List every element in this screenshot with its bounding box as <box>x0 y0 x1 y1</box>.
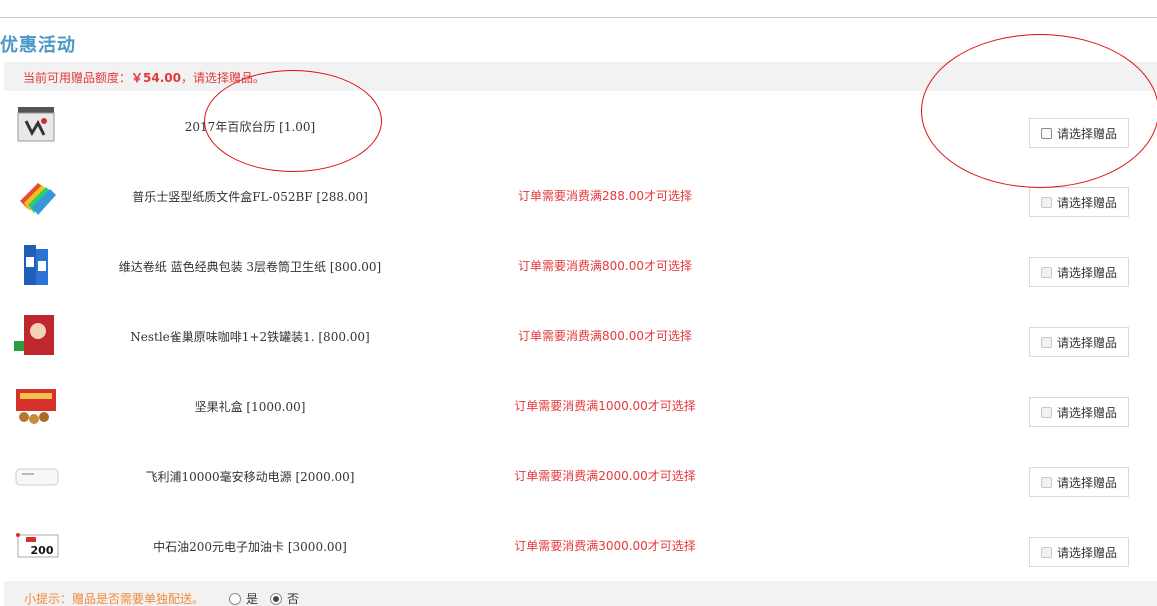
gift-name: 2017年百欣台历 [1.00] <box>184 120 316 134</box>
choose-gift-button-3[interactable]: 请选择赠品 <box>1029 257 1129 287</box>
gift-checkbox[interactable] <box>1040 476 1052 488</box>
gift-condition: 订单需要消费满288.00才可选择 <box>518 189 692 203</box>
gift-row-6: 飞利浦10000毫安移动电源 [2000.00] 订单需要消费满2000.00才… <box>0 441 1157 511</box>
choose-gift-label: 请选择赠品 <box>1056 126 1117 141</box>
delivery-option-yes[interactable]: 是 <box>229 590 258 606</box>
gift-checkbox[interactable] <box>1040 127 1052 139</box>
gift-condition: 订单需要消费满2000.00才可选择 <box>514 469 696 483</box>
gift-condition: 订单需要消费满800.00才可选择 <box>518 259 692 273</box>
gift-promotion-page: 优惠活动 当前可用赠品额度：￥54.00，请选择赠品。 2017年百欣台历 [1… <box>0 0 1157 606</box>
gift-row-5: 坚果礼盒 [1000.00] 订单需要消费满1000.00才可选择 请选择赠品 <box>0 371 1157 441</box>
choose-gift-label: 请选择赠品 <box>1056 405 1117 420</box>
choose-gift-button-1[interactable]: 请选择赠品 <box>1029 118 1129 148</box>
gift-row-2: 普乐士竖型纸质文件盒FL-052BF [288.00] 订单需要消费满288.0… <box>0 161 1157 231</box>
quota-text: 当前可用赠品额度：￥54.00，请选择赠品。 <box>23 69 265 86</box>
radio-no[interactable] <box>270 592 282 605</box>
delivery-tip-label: 小提示：赠品是否需要单独配送。 <box>24 592 205 606</box>
choose-gift-button-7[interactable]: 请选择赠品 <box>1029 537 1129 567</box>
choose-gift-button-5[interactable]: 请选择赠品 <box>1029 397 1129 427</box>
gift-name: Nestle雀巢原味咖啡1+2铁罐装1. [800.00] <box>130 330 370 344</box>
top-divider <box>0 17 1157 18</box>
gift-row-4: Nestle雀巢原味咖啡1+2铁罐装1. [800.00] 订单需要消费满800… <box>0 301 1157 371</box>
radio-yes-label: 是 <box>246 592 259 606</box>
gift-checkbox[interactable] <box>1040 406 1052 418</box>
choose-gift-label: 请选择赠品 <box>1056 265 1117 280</box>
quota-bar: 当前可用赠品额度：￥54.00，请选择赠品。 <box>4 62 1157 91</box>
gift-name: 维达卷纸 蓝色经典包装 3层卷筒卫生纸 [800.00] <box>118 260 382 274</box>
quota-prefix: 当前可用赠品额度： <box>23 71 132 85</box>
gift-checkbox[interactable] <box>1040 336 1052 348</box>
quota-suffix: ，请选择赠品。 <box>180 71 265 85</box>
file-box-thumbnail <box>12 171 60 219</box>
gift-row-1: 2017年百欣台历 [1.00] 请选择赠品 <box>0 91 1157 161</box>
coffee-thumbnail <box>12 311 60 359</box>
choose-gift-button-2[interactable]: 请选择赠品 <box>1029 187 1129 217</box>
fuel-card-thumbnail: 200 <box>12 521 60 569</box>
gift-checkbox[interactable] <box>1040 196 1052 208</box>
gift-condition: 订单需要消费满3000.00才可选择 <box>514 539 696 553</box>
delivery-option-no[interactable]: 否 <box>270 590 299 606</box>
gift-name: 坚果礼盒 [1000.00] <box>194 400 306 414</box>
choose-gift-label: 请选择赠品 <box>1056 335 1117 350</box>
section-title: 优惠活动 <box>0 35 76 56</box>
quota-amount: ￥54.00 <box>131 71 181 85</box>
delivery-tip-bar: 小提示：赠品是否需要单独配送。 是 否 <box>4 581 1157 606</box>
gift-checkbox[interactable] <box>1040 546 1052 558</box>
gift-row-7: 200 中石油200元电子加油卡 [3000.00] 订单需要消费满3000.0… <box>0 511 1157 581</box>
gift-condition: 订单需要消费满1000.00才可选择 <box>514 399 696 413</box>
choose-gift-label: 请选择赠品 <box>1056 545 1117 560</box>
gift-condition: 订单需要消费满800.00才可选择 <box>518 329 692 343</box>
fuel-card-value: 200 <box>31 544 54 557</box>
choose-gift-label: 请选择赠品 <box>1056 475 1117 490</box>
choose-gift-label: 请选择赠品 <box>1056 195 1117 210</box>
gift-name: 飞利浦10000毫安移动电源 [2000.00] <box>145 470 355 484</box>
gift-checkbox[interactable] <box>1040 266 1052 278</box>
nut-box-thumbnail <box>12 381 60 429</box>
radio-no-label: 否 <box>287 592 300 606</box>
radio-yes[interactable] <box>229 592 241 605</box>
gift-row-3: 维达卷纸 蓝色经典包装 3层卷筒卫生纸 [800.00] 订单需要消费满800.… <box>0 231 1157 301</box>
calendar-thumbnail <box>12 101 60 149</box>
choose-gift-button-6[interactable]: 请选择赠品 <box>1029 467 1129 497</box>
power-bank-thumbnail <box>12 451 60 499</box>
choose-gift-button-4[interactable]: 请选择赠品 <box>1029 327 1129 357</box>
tissue-thumbnail <box>12 241 60 289</box>
gift-name: 中石油200元电子加油卡 [3000.00] <box>153 540 347 554</box>
gift-name: 普乐士竖型纸质文件盒FL-052BF [288.00] <box>132 190 368 204</box>
